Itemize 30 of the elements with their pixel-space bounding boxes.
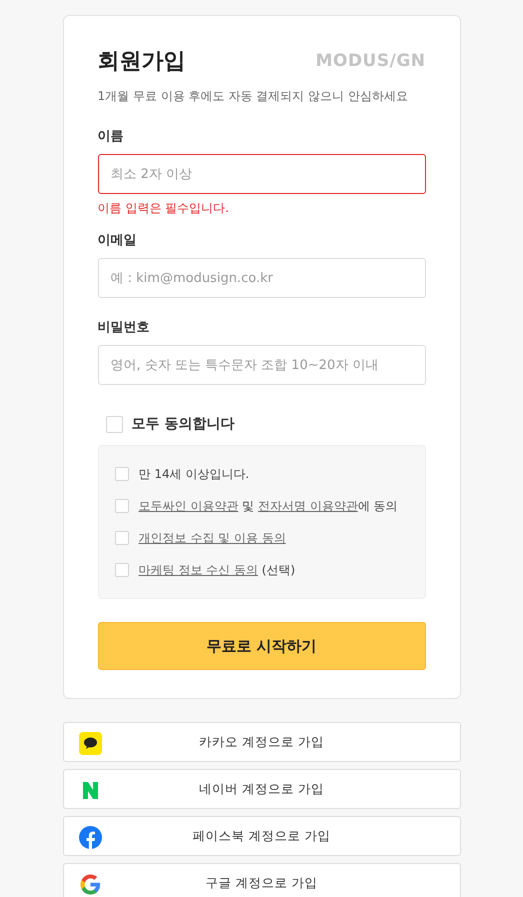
- checkbox[interactable]: [114, 499, 128, 513]
- checkbox-label: 모두 동의합니다: [132, 415, 234, 433]
- brand-logo: MODUS/GN: [316, 51, 426, 71]
- social-signup-button[interactable]: 카카오 계정으로 가입: [62, 722, 460, 762]
- terms-text: 에 동의: [358, 498, 398, 512]
- field-label: 비밀번호: [98, 319, 150, 336]
- subtitle: 1개월 무료 이용 후에도 자동 결제되지 않으니 안심하세요: [98, 88, 409, 105]
- terms-link[interactable]: 전자서명 이용약관: [258, 498, 358, 512]
- error-message: 이름 입력은 필수입니다.: [98, 200, 230, 217]
- terms-text: (선택): [260, 562, 296, 576]
- checkbox[interactable]: [114, 563, 128, 577]
- terms-text: 만 14세 이상입니다.: [138, 466, 250, 480]
- page-title: 회원가입: [98, 48, 186, 76]
- start-button[interactable]: 무료로 시작하기: [98, 622, 426, 670]
- field-label: 이메일: [98, 232, 138, 249]
- google-icon: [78, 873, 102, 896]
- social-signup-button[interactable]: 네이버 계정으로 가입: [62, 769, 460, 809]
- speech-bubble-icon: [78, 732, 102, 755]
- checkbox[interactable]: [114, 467, 128, 481]
- terms-link[interactable]: 모두싸인 이용약관: [138, 498, 238, 512]
- checkbox[interactable]: [106, 416, 122, 432]
- terms-link[interactable]: 개인정보 수집 및 이용 동의: [138, 530, 286, 544]
- social-signup-button[interactable]: 페이스북 계정으로 가입: [62, 816, 460, 856]
- field-label: 이름: [98, 128, 124, 145]
- terms-link[interactable]: 마케팅 정보 수신 동의: [138, 562, 258, 576]
- checkbox[interactable]: [114, 531, 128, 545]
- facebook-icon: [78, 826, 102, 849]
- social-signup-button[interactable]: 구글 계정으로 가입: [62, 863, 460, 897]
- terms-text: 및: [241, 498, 256, 512]
- input-field[interactable]: 최소 2자 이상: [98, 154, 426, 194]
